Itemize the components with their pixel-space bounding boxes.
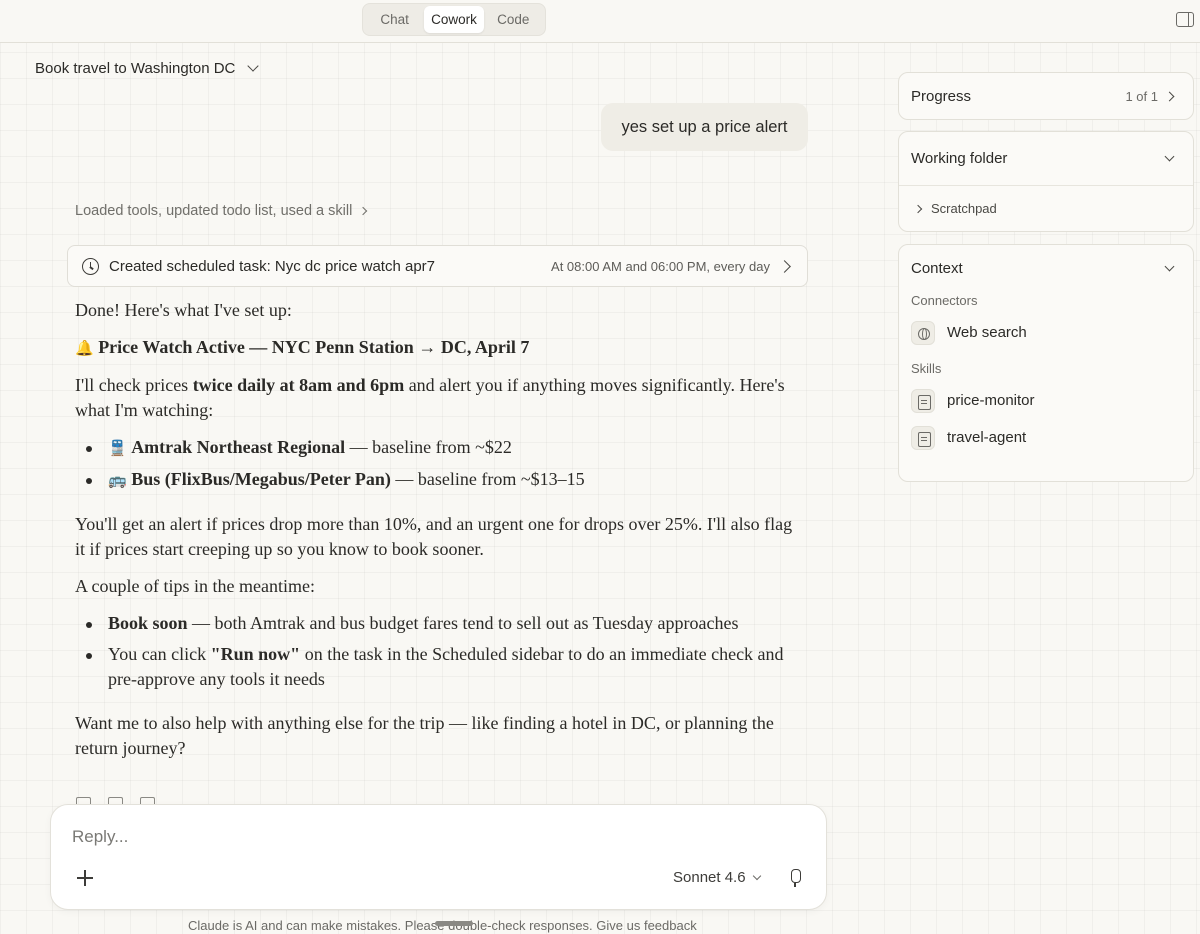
mode-switch: Chat Cowork Code [362, 3, 546, 36]
composer: Sonnet 4.6 [50, 804, 827, 910]
connector-web-search[interactable]: Web search [899, 314, 1193, 351]
folder-item-label: Scratchpad [931, 201, 997, 216]
progress-count: 1 of 1 [1125, 88, 1158, 104]
chevron-down-icon [1164, 151, 1175, 162]
chevron-right-icon [913, 204, 923, 213]
list-item: 🚆 Amtrak Northeast Regional — baseline f… [75, 435, 795, 461]
context-label: Context [911, 259, 963, 277]
progress-header[interactable]: Progress 1 of 1 [899, 73, 1193, 119]
tab-code[interactable]: Code [484, 6, 543, 33]
scheduled-task-schedule: At 08:00 AM and 06:00 PM, every day [551, 258, 770, 274]
progress-label: Progress [911, 87, 972, 105]
message-heading: 🔔 Price Watch Active — NYC Penn Station … [75, 335, 795, 361]
thread-title: Book travel to Washington DC [35, 59, 236, 77]
user-message-bubble: yes set up a price alert [601, 103, 808, 151]
skill-label: price-monitor [947, 392, 1035, 409]
heading-text: Price Watch Active — NYC Penn Station → … [98, 337, 530, 357]
plus-icon[interactable] [77, 870, 93, 886]
train-icon: 🚆 [108, 439, 127, 457]
working-folder-label: Working folder [911, 150, 1008, 167]
list-item-text: — baseline from ~$22 [345, 437, 512, 457]
message-closing: Want me to also help with anything else … [75, 713, 774, 758]
skill-price-monitor[interactable]: price-monitor [899, 382, 1193, 419]
globe-icon [911, 320, 935, 345]
model-name: Sonnet 4.6 [673, 869, 746, 886]
message-alert-paragraph: You'll get an alert if prices drop more … [75, 514, 793, 559]
microphone-icon[interactable] [788, 869, 802, 887]
list-item-bold: "Run now" [210, 644, 301, 664]
connector-label: Web search [947, 324, 1027, 341]
clock-icon [82, 257, 99, 275]
working-folder-header[interactable]: Working folder [899, 132, 1193, 185]
skill-label: travel-agent [947, 429, 1027, 446]
message-intro: Done! Here's what I've set up: [75, 300, 292, 320]
sidebar-toggle-icon[interactable] [1176, 12, 1194, 27]
list-item-text: — both Amtrak and bus budget fares tend … [187, 613, 739, 633]
tool-activity-text: Loaded tools, updated todo list, used a … [75, 203, 353, 219]
connectors-label: Connectors [911, 293, 978, 308]
bus-icon: 🚌 [108, 471, 127, 489]
skills-label: Skills [911, 361, 942, 376]
list-item-bold: Book soon [108, 613, 188, 633]
assistant-message: Done! Here's what I've set up: 🔔 Price W… [75, 298, 795, 773]
message-check-paragraph: I'll check prices twice daily at 8am and… [75, 373, 795, 423]
context-header[interactable]: Context [899, 245, 1193, 291]
list-item: 🚌 Bus (FlixBus/Megabus/Peter Pan) — base… [75, 467, 795, 493]
skill-travel-agent[interactable]: travel-agent [899, 419, 1193, 456]
list-item-bold: Amtrak Northeast Regional [131, 437, 346, 457]
folder-item-scratchpad[interactable]: Scratchpad [899, 185, 1193, 231]
chevron-right-icon [1164, 91, 1175, 101]
working-folder-card: Working folder Scratchpad [898, 131, 1194, 232]
chevron-right-icon [359, 206, 368, 216]
scroll-handle[interactable] [435, 921, 473, 926]
tab-cowork[interactable]: Cowork [424, 6, 484, 33]
chevron-down-icon [247, 60, 260, 72]
reply-input[interactable] [72, 825, 772, 849]
tab-chat[interactable]: Chat [365, 6, 424, 33]
model-selector[interactable]: Sonnet 4.6 [673, 869, 761, 886]
top-bar: Chat Cowork Code [0, 0, 1200, 43]
list-item: You can click "Run now" on the task in t… [75, 642, 795, 692]
chevron-down-icon [752, 871, 761, 881]
list-item: Book soon — both Amtrak and bus budget f… [75, 611, 795, 636]
bell-icon: 🔔 [75, 339, 94, 357]
check-bold: twice daily at 8am and 6pm [192, 375, 405, 395]
scheduled-task-title: Created scheduled task: Nyc dc price wat… [109, 257, 435, 275]
context-card: Context Connectors Web search Skills pri… [898, 244, 1194, 482]
tool-activity-summary[interactable]: Loaded tools, updated todo list, used a … [75, 203, 368, 219]
tips-list: Book soon — both Amtrak and bus budget f… [75, 611, 795, 692]
scheduled-task-card[interactable]: Created scheduled task: Nyc dc price wat… [67, 245, 808, 287]
list-item-bold: Bus (FlixBus/Megabus/Peter Pan) [131, 469, 391, 489]
list-item-text: — baseline from ~$13–15 [390, 469, 585, 489]
progress-card[interactable]: Progress 1 of 1 [898, 72, 1194, 120]
skill-icon [911, 425, 935, 450]
chevron-down-icon [1164, 261, 1175, 271]
watch-list: 🚆 Amtrak Northeast Regional — baseline f… [75, 435, 795, 493]
skill-icon [911, 388, 935, 413]
list-item-text: You can click [108, 644, 211, 664]
check-text: I'll check prices [75, 375, 193, 395]
message-tips-intro: A couple of tips in the meantime: [75, 576, 315, 596]
chevron-right-icon [778, 259, 791, 273]
thread-title-dropdown[interactable]: Book travel to Washington DC [35, 58, 260, 78]
